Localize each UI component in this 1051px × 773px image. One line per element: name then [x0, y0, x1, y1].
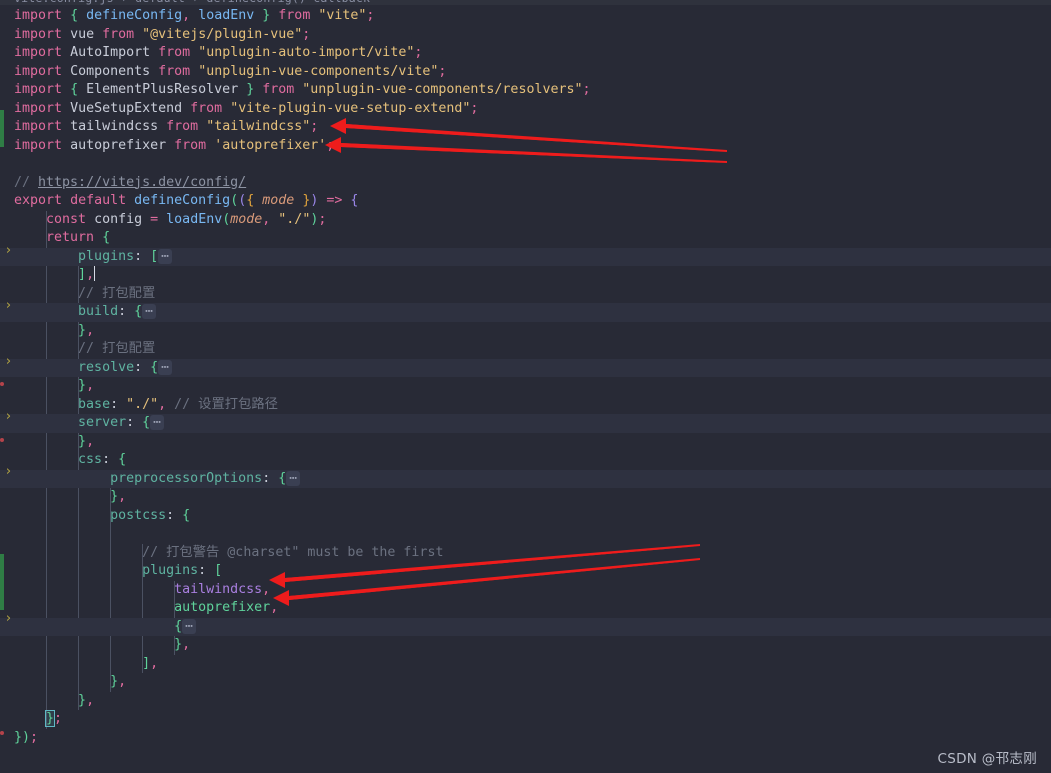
error-dot-1[interactable]	[0, 382, 4, 386]
code-line[interactable]: plugins: [⋯	[0, 247, 1051, 267]
code-line-text: build: {⋯	[0, 303, 157, 322]
code-line[interactable]: // 打包配置	[0, 285, 1051, 304]
code-line[interactable]: css: {	[0, 451, 1051, 470]
code-line[interactable]: resolve: {⋯	[0, 358, 1051, 378]
code-text-area[interactable]: import { defineConfig, loadEnv } from "v…	[0, 0, 1051, 773]
code-line[interactable]: build: {⋯	[0, 303, 1051, 322]
fold-toggle-server[interactable]: ›	[3, 410, 14, 423]
code-line[interactable]: },	[0, 636, 1051, 655]
code-line[interactable]: base: "./", // 设置打包路径	[0, 396, 1051, 415]
code-line[interactable]: import { defineConfig, loadEnv } from "v…	[0, 7, 1051, 26]
code-line[interactable]: server: {⋯	[0, 414, 1051, 433]
code-line-text: autoprefixer,	[174, 600, 279, 615]
code-line-text: resolve: {⋯	[0, 359, 173, 378]
code-line[interactable]: ],	[0, 266, 1051, 285]
code-line[interactable]: },	[0, 377, 1051, 396]
code-editor[interactable]: vite.config.js › default › defineConfig(…	[0, 0, 1051, 773]
text-caret	[94, 266, 96, 281]
code-line[interactable]	[0, 525, 1051, 544]
code-line[interactable]: // 打包配置	[0, 340, 1051, 359]
code-line-text: },	[110, 674, 127, 689]
code-line[interactable]: import VueSetupExtend from "vite-plugin-…	[0, 100, 1051, 119]
code-line-text: import tailwindcss from "tailwindcss";	[14, 119, 319, 134]
change-marker-plugins	[0, 554, 4, 610]
code-line-text: // https://vitejs.dev/config/	[14, 174, 247, 190]
error-dot-3[interactable]	[0, 731, 4, 735]
code-line-text: import { ElementPlusResolver } from "unp…	[14, 82, 591, 97]
editor-gutter[interactable]: › › › › › ›	[0, 0, 18, 773]
code-line-text: import { defineConfig, loadEnv } from "v…	[14, 8, 375, 23]
code-line[interactable]: },	[0, 673, 1051, 692]
code-line-text: },	[174, 637, 191, 652]
code-line[interactable]: import { ElementPlusResolver } from "unp…	[0, 81, 1051, 100]
code-line-text: css: {	[78, 452, 127, 467]
watermark: CSDN @邗志刚	[937, 751, 1037, 767]
code-line-text: import vue from "@vitejs/plugin-vue";	[14, 26, 311, 42]
code-line[interactable]: // 打包警告 @charset" must be the first	[0, 544, 1051, 563]
code-line-text: {⋯	[0, 618, 197, 637]
code-line-text: },	[110, 489, 127, 504]
code-line-text: postcss: {	[110, 507, 191, 523]
code-line[interactable]: });	[0, 729, 1051, 748]
code-line[interactable]: import tailwindcss from "tailwindcss";	[0, 118, 1051, 137]
code-line[interactable]: export default defineConfig(({ mode }) =…	[0, 192, 1051, 211]
code-line[interactable]: preprocessorOptions: {⋯	[0, 469, 1051, 489]
code-line[interactable]: {⋯	[0, 617, 1051, 637]
code-line[interactable]: },	[0, 322, 1051, 341]
code-line-text: export default defineConfig(({ mode }) =…	[14, 193, 359, 208]
code-line[interactable]: const config = loadEnv(mode, "./");	[0, 211, 1051, 230]
error-dot-2[interactable]	[0, 438, 4, 442]
code-line[interactable]: import AutoImport from "unplugin-auto-im…	[0, 44, 1051, 63]
code-line[interactable]: return {	[0, 229, 1051, 248]
code-line-text: import autoprefixer from 'autoprefixer';	[14, 137, 335, 153]
code-line[interactable]: },	[0, 433, 1051, 452]
code-line-text: const config = loadEnv(mode, "./");	[46, 211, 327, 227]
code-line[interactable]: plugins: [	[0, 562, 1051, 581]
code-line[interactable]: postcss: {	[0, 507, 1051, 526]
fold-toggle-build[interactable]: ›	[3, 299, 14, 312]
code-line-text: server: {⋯	[0, 414, 165, 433]
change-marker-imports	[0, 110, 4, 147]
fold-toggle-plugins[interactable]: ›	[3, 244, 14, 257]
code-line[interactable]: import vue from "@vitejs/plugin-vue";	[0, 26, 1051, 45]
code-line-text: import AutoImport from "unplugin-auto-im…	[14, 45, 423, 60]
code-line-text: import VueSetupExtend from "vite-plugin-…	[14, 100, 479, 116]
code-line[interactable]: autoprefixer,	[0, 599, 1051, 618]
code-line-text: plugins: [	[142, 563, 223, 578]
code-line[interactable]: import autoprefixer from 'autoprefixer';	[0, 137, 1051, 156]
code-line-text: plugins: [⋯	[0, 248, 173, 267]
fold-toggle-resolve[interactable]: ›	[3, 355, 14, 368]
fold-toggle-postcss-obj[interactable]: ›	[3, 612, 14, 625]
code-line-text: tailwindcss,	[174, 581, 271, 597]
code-line[interactable]	[0, 155, 1051, 174]
code-line-text: import Components from "unplugin-vue-com…	[14, 63, 447, 79]
code-line[interactable]: tailwindcss,	[0, 581, 1051, 600]
fold-toggle-preprocessor[interactable]: ›	[3, 465, 14, 478]
code-line-text: // 打包配置	[78, 341, 156, 356]
code-line[interactable]: import Components from "unplugin-vue-com…	[0, 63, 1051, 82]
code-line-text: // 打包警告 @charset" must be the first	[142, 544, 444, 560]
code-line-text: // 打包配置	[78, 285, 156, 301]
code-line-text: base: "./", // 设置打包路径	[78, 396, 278, 412]
code-line[interactable]: // https://vitejs.dev/config/	[0, 174, 1051, 193]
code-line-text: ],	[142, 655, 159, 671]
code-line-text: preprocessorOptions: {⋯	[0, 470, 301, 489]
code-line[interactable]: ],	[0, 655, 1051, 674]
code-line[interactable]: },	[0, 488, 1051, 507]
code-line[interactable]: };	[0, 710, 1051, 729]
code-line[interactable]: },	[0, 692, 1051, 711]
